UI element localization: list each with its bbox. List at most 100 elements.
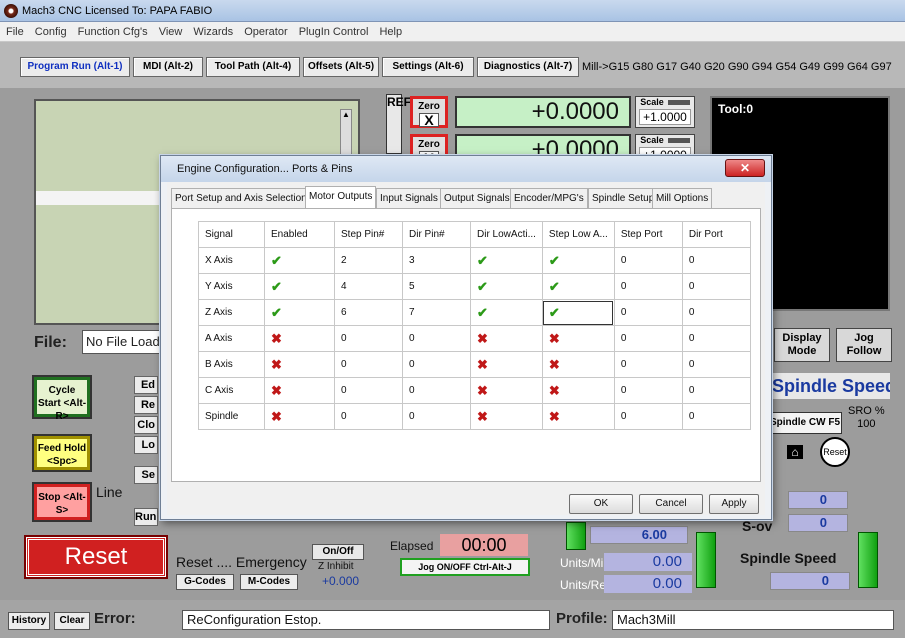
cell-dir-port[interactable]: 0 xyxy=(681,377,751,404)
cell-step-pin[interactable]: 4 xyxy=(334,273,403,300)
menu-wizards[interactable]: Wizards xyxy=(193,22,233,42)
menu-file[interactable]: File xyxy=(6,22,24,42)
cell-dir-low[interactable]: ✔ xyxy=(470,247,543,274)
recent-file-button[interactable]: Re xyxy=(134,396,158,414)
spindle-reset-button[interactable]: Reset xyxy=(820,437,850,467)
menu-help[interactable]: Help xyxy=(379,22,402,42)
scale-x-value[interactable]: +1.0000 xyxy=(639,109,691,125)
cell-step-low[interactable]: ✖ xyxy=(541,403,615,430)
cell-signal[interactable]: C Axis xyxy=(198,377,265,404)
mcodes-button[interactable]: M-Codes xyxy=(240,574,298,590)
cell-dir-port[interactable]: 0 xyxy=(681,403,751,430)
cell-dir-low[interactable]: ✖ xyxy=(470,325,543,352)
stop-button[interactable]: Stop <Alt-S> xyxy=(34,484,90,520)
cell-enabled[interactable]: ✖ xyxy=(264,377,335,404)
scroll-up-icon[interactable]: ▲ xyxy=(341,110,351,120)
ok-button[interactable]: OK xyxy=(569,494,633,514)
menu-view[interactable]: View xyxy=(159,22,183,42)
run-from-here-button[interactable]: Run xyxy=(134,508,158,526)
cell-signal[interactable]: Z Axis xyxy=(198,299,265,326)
display-mode-button[interactable]: Display Mode xyxy=(774,328,830,362)
table-row[interactable]: X Axis ✔ 2 3 ✔ ✔ 0 0 xyxy=(198,247,751,274)
cell-step-port[interactable]: 0 xyxy=(613,299,683,326)
tab-settings[interactable]: Settings (Alt-6) xyxy=(382,57,474,77)
set-next-line-button[interactable]: Se xyxy=(134,466,158,484)
cell-step-pin[interactable]: 0 xyxy=(334,403,403,430)
tab-tool-path[interactable]: Tool Path (Alt-4) xyxy=(206,57,300,77)
cell-dir-port[interactable]: 0 xyxy=(681,351,751,378)
cell-dir-low[interactable]: ✔ xyxy=(470,299,543,326)
menu-plugin-control[interactable]: PlugIn Control xyxy=(299,22,369,42)
cell-dir-pin[interactable]: 3 xyxy=(402,247,471,274)
cell-enabled[interactable]: ✖ xyxy=(264,403,335,430)
tab-offsets[interactable]: Offsets (Alt-5) xyxy=(303,57,379,77)
cell-step-pin[interactable]: 0 xyxy=(334,325,403,352)
cell-enabled[interactable]: ✔ xyxy=(264,247,335,274)
cell-dir-pin[interactable]: 7 xyxy=(402,299,471,326)
table-row[interactable]: C Axis ✖ 0 0 ✖ ✖ 0 0 xyxy=(198,377,751,404)
cell-step-port[interactable]: 0 xyxy=(613,247,683,274)
z-inhibit-onoff-button[interactable]: On/Off xyxy=(312,544,364,560)
cell-dir-pin[interactable]: 0 xyxy=(402,377,471,404)
tab-encoder-mpg[interactable]: Encoder/MPG's xyxy=(510,188,588,208)
load-gcode-button[interactable]: Lo xyxy=(134,436,158,454)
table-row[interactable]: A Axis ✖ 0 0 ✖ ✖ 0 0 xyxy=(198,325,751,352)
cell-step-pin[interactable]: 0 xyxy=(334,377,403,404)
cell-signal[interactable]: Y Axis xyxy=(198,273,265,300)
tab-program-run[interactable]: Program Run (Alt-1) xyxy=(20,57,130,77)
cell-enabled[interactable]: ✖ xyxy=(264,325,335,352)
history-button[interactable]: History xyxy=(8,612,50,630)
table-row[interactable]: Spindle ✖ 0 0 ✖ ✖ 0 0 xyxy=(198,403,751,430)
cell-signal[interactable]: B Axis xyxy=(198,351,265,378)
close-icon[interactable]: ✕ xyxy=(725,159,765,177)
cell-dir-low[interactable]: ✖ xyxy=(470,403,543,430)
cell-step-port[interactable]: 0 xyxy=(613,325,683,352)
cell-signal[interactable]: X Axis xyxy=(198,247,265,274)
cell-dir-low[interactable]: ✖ xyxy=(470,377,543,404)
table-row[interactable]: Z Axis ✔ 6 7 ✔ ✔ 0 0 xyxy=(198,299,751,326)
jog-onoff-button[interactable]: Jog ON/OFF Ctrl-Alt-J xyxy=(400,558,530,576)
cell-dir-pin[interactable]: 5 xyxy=(402,273,471,300)
cell-step-port[interactable]: 0 xyxy=(613,273,683,300)
cell-dir-port[interactable]: 0 xyxy=(681,299,751,326)
menu-config[interactable]: Config xyxy=(35,22,67,42)
cell-dir-low[interactable]: ✔ xyxy=(470,273,543,300)
cell-signal[interactable]: Spindle xyxy=(198,403,265,430)
cell-step-low[interactable]: ✖ xyxy=(541,325,615,352)
cell-step-low[interactable]: ✔ xyxy=(541,273,615,300)
clear-button[interactable]: Clear xyxy=(54,612,90,630)
feed-hold-button[interactable]: Feed Hold <Spc> xyxy=(34,436,90,470)
tab-mdi[interactable]: MDI (Alt-2) xyxy=(133,57,203,77)
cell-step-port[interactable]: 0 xyxy=(613,377,683,404)
emergency-reset-button[interactable]: Reset xyxy=(26,537,166,577)
dro-x[interactable]: +0.0000 xyxy=(455,96,631,128)
cell-dir-port[interactable]: 0 xyxy=(681,247,751,274)
cell-enabled[interactable]: ✔ xyxy=(264,299,335,326)
cell-dir-port[interactable]: 0 xyxy=(681,325,751,352)
cell-step-low[interactable]: ✖ xyxy=(541,377,615,404)
cell-step-low[interactable]: ✔ xyxy=(541,247,615,274)
menu-function-cfgs[interactable]: Function Cfg's xyxy=(78,22,148,42)
cell-step-port[interactable]: 0 xyxy=(613,351,683,378)
gcodes-button[interactable]: G-Codes xyxy=(176,574,234,590)
close-gcode-button[interactable]: Clo xyxy=(134,416,158,434)
cell-step-port[interactable]: 0 xyxy=(613,403,683,430)
table-row[interactable]: Y Axis ✔ 4 5 ✔ ✔ 0 0 xyxy=(198,273,751,300)
tab-mill-options[interactable]: Mill Options xyxy=(652,188,713,208)
jog-follow-button[interactable]: Jog Follow xyxy=(836,328,892,362)
tab-input-signals[interactable]: Input Signals xyxy=(376,188,442,208)
table-row[interactable]: B Axis ✖ 0 0 ✖ ✖ 0 0 xyxy=(198,351,751,378)
zero-x-button[interactable]: Zero X xyxy=(410,96,448,128)
cancel-button[interactable]: Cancel xyxy=(639,494,703,514)
tab-port-setup[interactable]: Port Setup and Axis Selection xyxy=(171,188,311,208)
cell-dir-port[interactable]: 0 xyxy=(681,273,751,300)
cell-dir-pin[interactable]: 0 xyxy=(402,325,471,352)
home-icon[interactable]: ⌂ xyxy=(787,445,803,459)
apply-button[interactable]: Apply xyxy=(709,494,759,514)
cycle-start-button[interactable]: Cycle Start <Alt-R> xyxy=(34,377,90,422)
menu-operator[interactable]: Operator xyxy=(244,22,287,42)
cell-enabled[interactable]: ✔ xyxy=(264,273,335,300)
tab-spindle-setup[interactable]: Spindle Setup xyxy=(588,188,659,208)
cell-signal[interactable]: A Axis xyxy=(198,325,265,352)
edit-gcode-button[interactable]: Ed xyxy=(134,376,158,394)
